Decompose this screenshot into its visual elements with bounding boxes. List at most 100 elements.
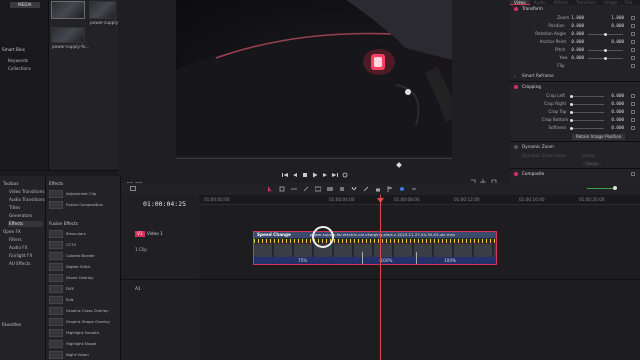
replace-clip-icon[interactable] (339, 186, 345, 192)
blade-tool-icon[interactable] (303, 186, 309, 192)
transform-x-value[interactable]: 1.000 (570, 15, 584, 20)
speaker-icon[interactable] (576, 186, 581, 201)
reset-icon[interactable] (631, 110, 636, 115)
step-back-icon[interactable] (292, 171, 298, 178)
slider-knob[interactable] (570, 95, 573, 98)
slider-knob[interactable] (570, 119, 573, 122)
transform-enable-toggle[interactable] (514, 7, 518, 11)
favorites-header[interactable]: Favorites (2, 322, 21, 327)
transform-x-value[interactable]: 0.000 (570, 55, 584, 60)
slider-knob[interactable] (570, 103, 573, 106)
slider-knob[interactable] (570, 127, 573, 130)
dynamic-zoom-ease-select[interactable]: Linear (582, 153, 595, 158)
clip-thumbnail[interactable] (51, 27, 85, 43)
selection-tool-icon[interactable] (267, 186, 273, 192)
crop-slider[interactable] (570, 111, 604, 114)
transform-x-value[interactable]: 0.000 (570, 47, 584, 52)
effect-item[interactable]: Graphic Shape Overlay (66, 320, 110, 324)
step-forward-icon[interactable] (322, 171, 328, 178)
crop-slider[interactable] (570, 103, 604, 106)
effect-item[interactable]: Highlight Smooth (66, 331, 99, 335)
effect-item[interactable]: Digital Glitch (66, 265, 91, 269)
chevron-right-icon[interactable]: › (514, 74, 517, 79)
timecode-display[interactable]: 01:00:04:25 (143, 200, 186, 208)
clip-thumbnail[interactable] (89, 1, 116, 19)
effect-item[interactable]: Drone Overlay (66, 276, 93, 280)
effect-item[interactable]: CCTV (66, 243, 76, 247)
effects-tree-item[interactable]: Toolbox (2, 181, 43, 187)
video-track-id[interactable]: V1 (135, 231, 145, 238)
dynamic-zoom-title[interactable]: Dynamic Zoom (522, 144, 554, 149)
reset-icon[interactable] (631, 56, 636, 61)
slider-knob[interactable] (604, 57, 607, 60)
transform-y-value[interactable]: 0.000 (610, 23, 624, 28)
speed-point-marker[interactable] (416, 252, 417, 264)
dynamic-trim-icon[interactable] (291, 186, 297, 192)
marker-icon[interactable] (399, 186, 405, 192)
tab-file[interactable]: File (621, 0, 636, 5)
volume-slider[interactable] (587, 188, 615, 189)
timeline-view-icon[interactable] (130, 186, 136, 191)
effect-item[interactable]: Colored Border (66, 254, 95, 258)
transform-x-value[interactable]: 0.000 (570, 23, 584, 28)
loop-icon[interactable] (342, 171, 348, 178)
transform-x-value[interactable]: 0.000 (570, 31, 584, 36)
effects-tree-item[interactable]: Video Transitions (8, 189, 45, 195)
speed-value[interactable]: 100% (444, 258, 456, 263)
effects-tree-item[interactable]: AU Effects (8, 261, 43, 267)
composite-enable-toggle[interactable] (514, 172, 518, 176)
smart-reframe-title[interactable]: Smart Reframe (522, 73, 554, 78)
reset-icon[interactable] (631, 102, 636, 107)
speed-points-track[interactable] (254, 239, 496, 243)
scrubber-track[interactable] (176, 158, 452, 159)
speed-value[interactable]: -100% (379, 258, 392, 263)
value-slider[interactable] (588, 49, 623, 52)
effect-item[interactable]: Night Vision (66, 353, 89, 357)
link-icon[interactable] (363, 186, 369, 192)
composite-title[interactable]: Composite (522, 171, 544, 176)
value-slider[interactable] (588, 33, 623, 36)
video-frame[interactable] (176, 0, 452, 156)
effect-item[interactable]: Binoculars (66, 232, 86, 236)
reset-icon[interactable] (631, 16, 636, 21)
tab-effects[interactable]: Effects (550, 0, 572, 5)
flag-icon[interactable] (387, 186, 393, 192)
tab-audio[interactable]: Audio (530, 0, 550, 5)
video-track-name[interactable]: Video 1 (147, 231, 163, 236)
play-icon[interactable] (312, 171, 318, 178)
stop-icon[interactable] (302, 171, 308, 178)
dynamic-zoom-toggle[interactable] (514, 145, 518, 149)
transform-y-value[interactable]: 1.000 (610, 15, 624, 20)
value-slider[interactable] (588, 57, 623, 60)
skip-start-icon[interactable] (282, 171, 288, 178)
transform-x-value[interactable]: 0.000 (570, 39, 584, 44)
reset-icon[interactable] (631, 40, 636, 45)
effect-item[interactable]: Fusion Composition (66, 203, 103, 207)
effect-item[interactable]: DVE (66, 287, 74, 291)
volume-knob[interactable] (613, 186, 617, 190)
speed-value[interactable]: 75% (298, 258, 307, 263)
retain-image-position-button[interactable]: Retain Image Position (572, 134, 626, 141)
speed-bar[interactable] (254, 257, 496, 264)
effects-tree-item[interactable]: Titles (8, 205, 43, 211)
effects-tree-item[interactable]: Fairlight FX (8, 253, 43, 259)
skip-end-icon[interactable] (332, 171, 338, 178)
transform-y-value[interactable]: 0.000 (610, 39, 624, 44)
scrubber-handle[interactable] (396, 162, 402, 168)
crop-slider[interactable] (570, 127, 604, 130)
effects-tree-item[interactable]: Filters (8, 237, 43, 243)
cropping-title[interactable]: Cropping (522, 84, 541, 89)
crop-slider[interactable] (570, 95, 604, 98)
effects-tree-item[interactable]: Generators (8, 213, 43, 219)
swap-button[interactable]: Swap (582, 161, 602, 167)
audio-track-id[interactable]: A1 (135, 286, 141, 291)
zoom-out-icon[interactable] (411, 186, 417, 192)
overwrite-clip-icon[interactable] (327, 186, 333, 192)
tab-transition[interactable]: Transition (572, 0, 600, 5)
effect-item[interactable]: Highlight Shape (66, 342, 96, 346)
effects-tree-item[interactable]: Audio FX (8, 245, 43, 251)
effect-item[interactable]: Adjustment Clip (66, 192, 96, 196)
reset-icon[interactable] (631, 94, 636, 99)
playhead-line[interactable] (380, 195, 381, 360)
effects-tree-item[interactable]: Open FX (2, 229, 43, 235)
